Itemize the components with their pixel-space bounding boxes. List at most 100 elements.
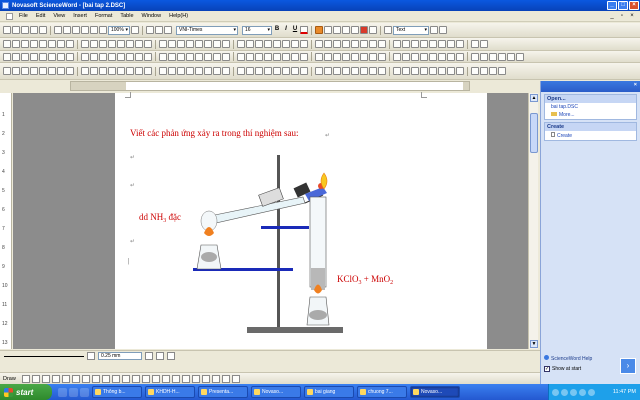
insert-table-icon[interactable] bbox=[369, 26, 377, 34]
menu-insert[interactable]: Insert bbox=[69, 13, 91, 19]
align-center-icon[interactable] bbox=[333, 26, 341, 34]
equation-tool-icon[interactable] bbox=[360, 52, 368, 61]
chemistry-tool-icon[interactable] bbox=[3, 67, 11, 75]
formula-tool-icon[interactable] bbox=[378, 40, 386, 48]
formula-tool-icon[interactable] bbox=[282, 40, 290, 48]
chemistry-tool-icon[interactable] bbox=[246, 67, 254, 75]
chemistry-tool-icon[interactable] bbox=[66, 67, 74, 75]
task-button[interactable]: bai giang bbox=[304, 386, 354, 398]
equation-tool-icon[interactable] bbox=[369, 52, 377, 61]
doc-restore-icon[interactable]: ▫ bbox=[618, 12, 626, 20]
tray-icon[interactable] bbox=[570, 388, 577, 396]
formula-tool-icon[interactable] bbox=[177, 40, 185, 48]
chemistry-tool-icon[interactable] bbox=[402, 67, 410, 75]
draw-tool-icon[interactable] bbox=[171, 374, 180, 383]
chemistry-tool-icon[interactable] bbox=[177, 67, 185, 75]
equation-tool-icon[interactable] bbox=[291, 52, 299, 61]
draw-tool-icon[interactable] bbox=[131, 374, 140, 383]
chemistry-tool-icon[interactable] bbox=[447, 67, 455, 75]
underline-button[interactable]: U bbox=[291, 26, 299, 34]
chemistry-tool-icon[interactable] bbox=[195, 67, 203, 75]
formula-tool-icon[interactable] bbox=[135, 40, 143, 48]
equation-tool-icon[interactable] bbox=[255, 52, 263, 61]
zoom-select[interactable]: 100% bbox=[108, 25, 130, 35]
new-icon[interactable] bbox=[3, 26, 11, 34]
recent-file-link[interactable]: bai tap.DSC bbox=[545, 103, 636, 111]
draw-tool-icon[interactable] bbox=[121, 374, 130, 383]
equation-tool-icon[interactable] bbox=[204, 52, 212, 61]
menu-view[interactable]: View bbox=[49, 13, 69, 19]
formula-tool-icon[interactable] bbox=[480, 40, 488, 48]
vertical-scrollbar[interactable]: ▲ ▼ bbox=[528, 93, 538, 349]
show-at-start-checkbox[interactable]: ✓ Show at start bbox=[544, 366, 581, 372]
fill-color-icon[interactable] bbox=[156, 352, 164, 360]
equation-tool-icon[interactable] bbox=[264, 52, 272, 61]
formula-tool-icon[interactable] bbox=[411, 40, 419, 48]
formula-tool-icon[interactable] bbox=[291, 40, 299, 48]
style-a-icon[interactable] bbox=[146, 26, 154, 34]
equation-tool-icon[interactable] bbox=[324, 52, 332, 61]
equation-tool-icon[interactable] bbox=[333, 52, 341, 61]
draw-tool-icon[interactable] bbox=[151, 374, 160, 383]
equation-tool-icon[interactable] bbox=[447, 52, 455, 61]
chemistry-tool-icon[interactable] bbox=[21, 67, 29, 75]
formula-tool-icon[interactable] bbox=[81, 40, 89, 48]
equation-tool-icon[interactable] bbox=[21, 52, 29, 61]
chemistry-tool-icon[interactable] bbox=[30, 67, 38, 75]
equation-tool-icon[interactable] bbox=[342, 52, 350, 61]
close-icon[interactable]: × bbox=[629, 1, 639, 10]
draw-tool-icon[interactable] bbox=[51, 374, 60, 383]
chemistry-tool-icon[interactable] bbox=[204, 67, 212, 75]
draw-tool-icon[interactable] bbox=[21, 374, 30, 383]
draw-tool-icon[interactable] bbox=[91, 374, 100, 383]
line-style-icon[interactable] bbox=[87, 352, 95, 360]
chemistry-tool-icon[interactable] bbox=[360, 67, 368, 75]
equation-tool-icon[interactable] bbox=[195, 52, 203, 61]
start-button[interactable]: start bbox=[0, 384, 52, 400]
quicklaunch-icon[interactable] bbox=[69, 387, 78, 397]
print-icon[interactable] bbox=[30, 26, 38, 34]
formula-tool-icon[interactable] bbox=[195, 40, 203, 48]
doc-menu-icon[interactable] bbox=[6, 12, 13, 20]
equation-tool-icon[interactable] bbox=[66, 52, 74, 61]
formula-tool-icon[interactable] bbox=[204, 40, 212, 48]
task-pane-close-icon[interactable]: × bbox=[634, 82, 637, 88]
task-button[interactable]: KHDH-H... bbox=[145, 386, 195, 398]
chemistry-tool-icon[interactable] bbox=[117, 67, 125, 75]
chemistry-tool-icon[interactable] bbox=[213, 67, 221, 75]
equation-tool-icon[interactable] bbox=[213, 52, 221, 61]
formula-tool-icon[interactable] bbox=[438, 40, 446, 48]
tray-icon[interactable] bbox=[561, 388, 568, 396]
scroll-down-icon[interactable]: ▼ bbox=[530, 340, 538, 348]
chemistry-tool-icon[interactable] bbox=[81, 67, 89, 75]
equation-tool-icon[interactable] bbox=[273, 52, 281, 61]
formula-tool-icon[interactable] bbox=[369, 40, 377, 48]
formula-tool-icon[interactable] bbox=[168, 40, 176, 48]
chemistry-tool-icon[interactable] bbox=[378, 67, 386, 75]
equation-tool-icon[interactable] bbox=[222, 52, 230, 61]
page-view-icon[interactable] bbox=[131, 26, 139, 34]
arrow-style-icon[interactable] bbox=[167, 352, 175, 360]
chemistry-tool-icon[interactable] bbox=[498, 67, 506, 75]
minimize-icon[interactable]: _ bbox=[607, 1, 617, 10]
equation-tool-icon[interactable] bbox=[177, 52, 185, 61]
chemistry-tool-icon[interactable] bbox=[264, 67, 272, 75]
equation-tool-icon[interactable] bbox=[39, 52, 47, 61]
equation-tool-icon[interactable] bbox=[30, 52, 38, 61]
formula-tool-icon[interactable] bbox=[315, 40, 323, 48]
font-select[interactable]: VNI-Times bbox=[176, 25, 238, 35]
draw-tool-icon[interactable] bbox=[211, 374, 220, 383]
format-painter-icon[interactable] bbox=[81, 26, 89, 34]
equation-tool-icon[interactable] bbox=[117, 52, 125, 61]
formula-tool-icon[interactable] bbox=[273, 40, 281, 48]
chemistry-tool-icon[interactable] bbox=[438, 67, 446, 75]
chemistry-tool-icon[interactable] bbox=[90, 67, 98, 75]
chemistry-tool-icon[interactable] bbox=[420, 67, 428, 75]
equation-tool-icon[interactable] bbox=[12, 52, 20, 61]
draw-tool-icon[interactable] bbox=[81, 374, 90, 383]
equation-tool-icon[interactable] bbox=[300, 52, 308, 61]
draw-tool-icon[interactable] bbox=[181, 374, 190, 383]
equation-tool-icon[interactable] bbox=[516, 52, 524, 61]
quicklaunch-icon[interactable] bbox=[58, 387, 67, 397]
chemistry-tool-icon[interactable] bbox=[273, 67, 281, 75]
